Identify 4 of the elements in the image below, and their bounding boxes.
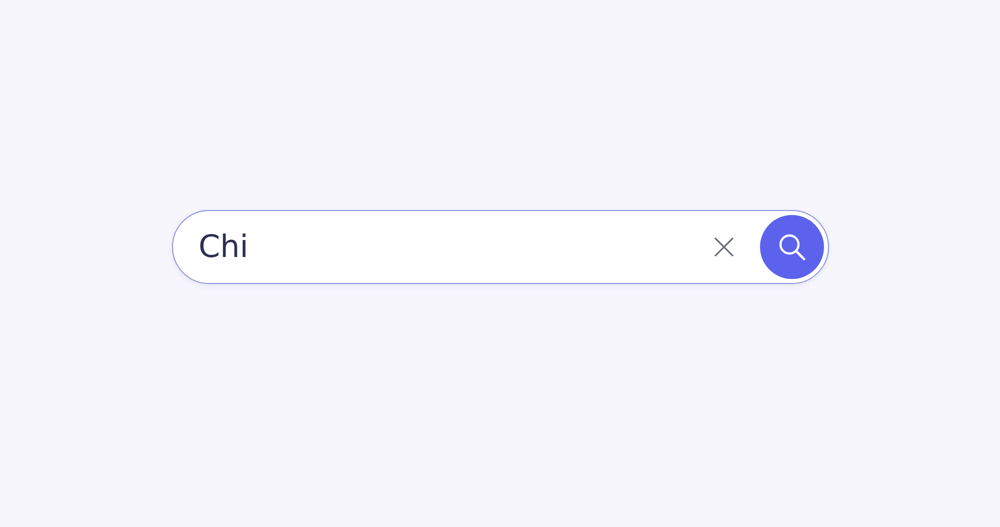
close-icon xyxy=(712,236,734,258)
search-field[interactable]: Chi xyxy=(172,210,828,284)
search-icon xyxy=(776,232,806,262)
clear-button[interactable] xyxy=(712,236,734,258)
